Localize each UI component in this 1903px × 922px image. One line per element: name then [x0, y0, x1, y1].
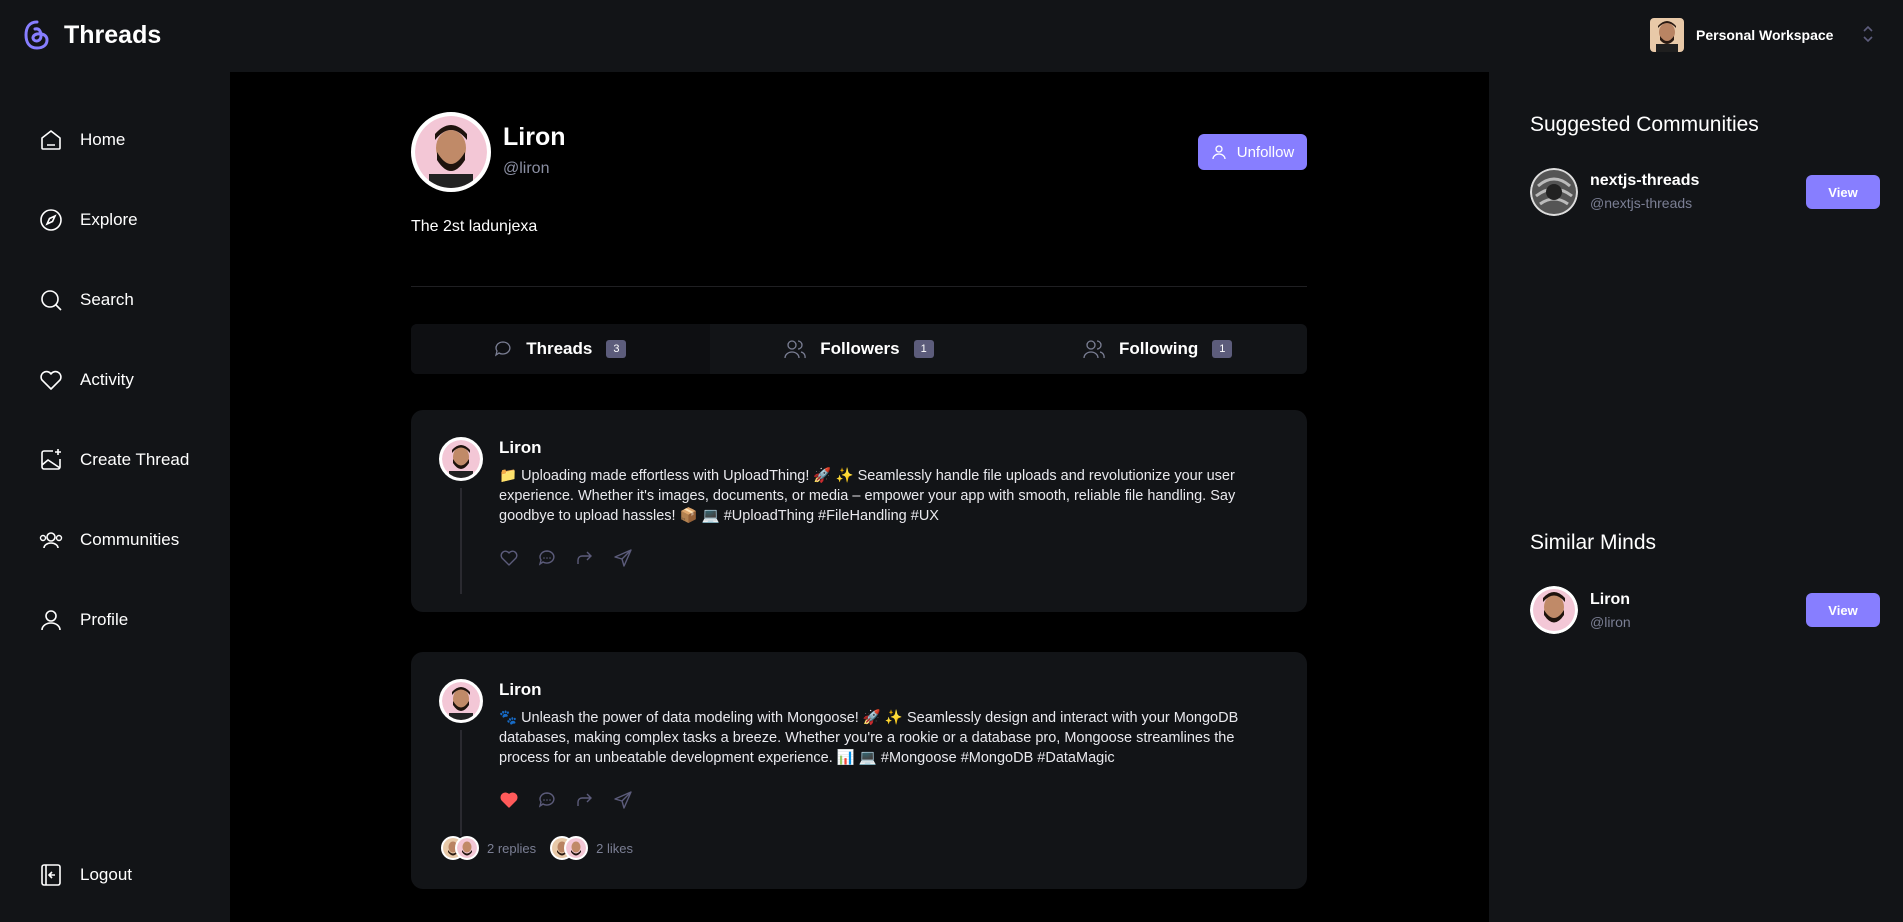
- logout-label: Logout: [80, 865, 132, 884]
- avatar: [1530, 586, 1578, 634]
- profile-avatar: [411, 112, 491, 192]
- similar-minds-title: Similar Minds: [1530, 531, 1657, 554]
- profile-name: Liron: [503, 123, 566, 151]
- thread-actions: [499, 790, 633, 810]
- sidebar-item-label: Explore: [80, 210, 138, 229]
- heart-filled-icon[interactable]: [499, 790, 519, 810]
- home-icon: [41, 130, 61, 150]
- logout-icon: [41, 864, 61, 886]
- user-icon: [41, 610, 61, 631]
- profile-handle: @liron: [503, 160, 550, 177]
- chat-bubble-icon: [495, 341, 511, 357]
- chevron-up-down-icon[interactable]: [1862, 24, 1874, 44]
- tab-following[interactable]: Following 1: [1008, 324, 1307, 374]
- community-name: nextjs-threads: [1590, 172, 1700, 189]
- tab-count-badge: 3: [606, 340, 627, 358]
- thread-text: 📁 Uploading made effortless with UploadT…: [499, 468, 1236, 524]
- view-user-button[interactable]: View: [1806, 593, 1880, 627]
- sidebar-item-label: Search: [80, 290, 134, 309]
- avatar: [455, 836, 479, 860]
- unfollow-button[interactable]: Unfollow: [1198, 134, 1307, 170]
- thread-card: Liron 🐾 Unleash the power of data modeli…: [411, 652, 1307, 889]
- repost-icon[interactable]: [575, 548, 595, 568]
- reply-icon[interactable]: [537, 548, 557, 568]
- workspace-switcher[interactable]: Personal Workspace: [1650, 18, 1833, 52]
- thread-line: [460, 488, 462, 594]
- sidebar-item-activity[interactable]: Activity: [38, 367, 134, 393]
- sidebar-item-create-thread[interactable]: Create Thread: [38, 447, 189, 473]
- replies-count[interactable]: 2 replies: [487, 841, 536, 856]
- heart-icon[interactable]: [499, 548, 519, 568]
- workspace-label: Personal Workspace: [1696, 27, 1834, 43]
- thread-meta: 2 replies 2 likes: [441, 836, 633, 860]
- sidebar-item-label: Create Thread: [80, 450, 190, 469]
- heart-icon: [40, 370, 62, 390]
- repost-icon[interactable]: [575, 790, 595, 810]
- workspace-avatar: [1650, 18, 1684, 52]
- sidebar-item-search[interactable]: Search: [38, 287, 134, 313]
- top-bar: Threads Personal Workspace: [0, 0, 1903, 72]
- community-avatar: [1530, 168, 1578, 216]
- avatar[interactable]: [439, 679, 483, 723]
- profile-tabs: Threads 3 Followers 1 Following 1: [411, 324, 1307, 374]
- users-icon: [1083, 340, 1105, 359]
- tab-threads[interactable]: Threads 3: [411, 324, 710, 374]
- view-community-button[interactable]: View: [1806, 175, 1880, 209]
- sidebar-item-label: Profile: [80, 610, 129, 629]
- sidebar-item-communities[interactable]: Communities: [38, 527, 179, 553]
- compass-icon: [40, 209, 62, 231]
- logout-button[interactable]: Logout: [38, 862, 132, 888]
- community-handle: @nextjs-threads: [1590, 195, 1693, 211]
- sidebar-item-label: Home: [80, 130, 126, 149]
- thread-text: 🐾 Unleash the power of data modeling wit…: [499, 710, 1239, 766]
- thread-author[interactable]: Liron: [499, 438, 542, 458]
- user-handle: @liron: [1590, 614, 1631, 630]
- thread-line: [460, 730, 462, 836]
- suggested-communities-title: Suggested Communities: [1530, 113, 1759, 136]
- logo[interactable]: Threads: [24, 20, 161, 50]
- thread-actions: [499, 548, 633, 568]
- sidebar-item-label: Communities: [80, 530, 180, 549]
- tab-label: Threads: [526, 339, 593, 358]
- divider: [411, 286, 1307, 287]
- send-icon[interactable]: [613, 790, 633, 810]
- app-name: Threads: [64, 20, 162, 49]
- users-icon: [784, 340, 807, 359]
- tab-followers[interactable]: Followers 1: [710, 324, 1009, 374]
- sidebar-item-home[interactable]: Home: [38, 127, 125, 153]
- thread-author[interactable]: Liron: [499, 680, 542, 700]
- tab-count-badge: 1: [913, 340, 934, 358]
- tab-count-badge: 1: [1212, 340, 1233, 358]
- sidebar-item-profile[interactable]: Profile: [38, 607, 128, 633]
- user-name: Liron: [1590, 591, 1630, 608]
- avatar[interactable]: [439, 437, 483, 481]
- like-avatars: [550, 836, 589, 860]
- thread-card: Liron 📁 Uploading made effortless with U…: [411, 410, 1307, 612]
- likes-count[interactable]: 2 likes: [596, 841, 633, 856]
- left-sidebar: [0, 72, 230, 922]
- sidebar-item-explore[interactable]: Explore: [38, 207, 138, 233]
- tab-label: Followers: [820, 339, 900, 358]
- user-icon: [1212, 145, 1226, 160]
- tab-label: Following: [1118, 339, 1199, 358]
- threads-logo-icon: [24, 20, 49, 50]
- reply-avatars: [441, 836, 479, 860]
- users-icon: [39, 532, 63, 549]
- sidebar-item-label: Activity: [80, 370, 134, 389]
- profile-bio: The 2st ladunjexa: [411, 218, 538, 235]
- search-icon: [41, 290, 62, 311]
- image-plus-icon: [41, 449, 61, 470]
- avatar: [564, 836, 589, 860]
- send-icon[interactable]: [613, 548, 633, 568]
- reply-icon[interactable]: [537, 790, 557, 810]
- unfollow-label: Unfollow: [1236, 143, 1295, 161]
